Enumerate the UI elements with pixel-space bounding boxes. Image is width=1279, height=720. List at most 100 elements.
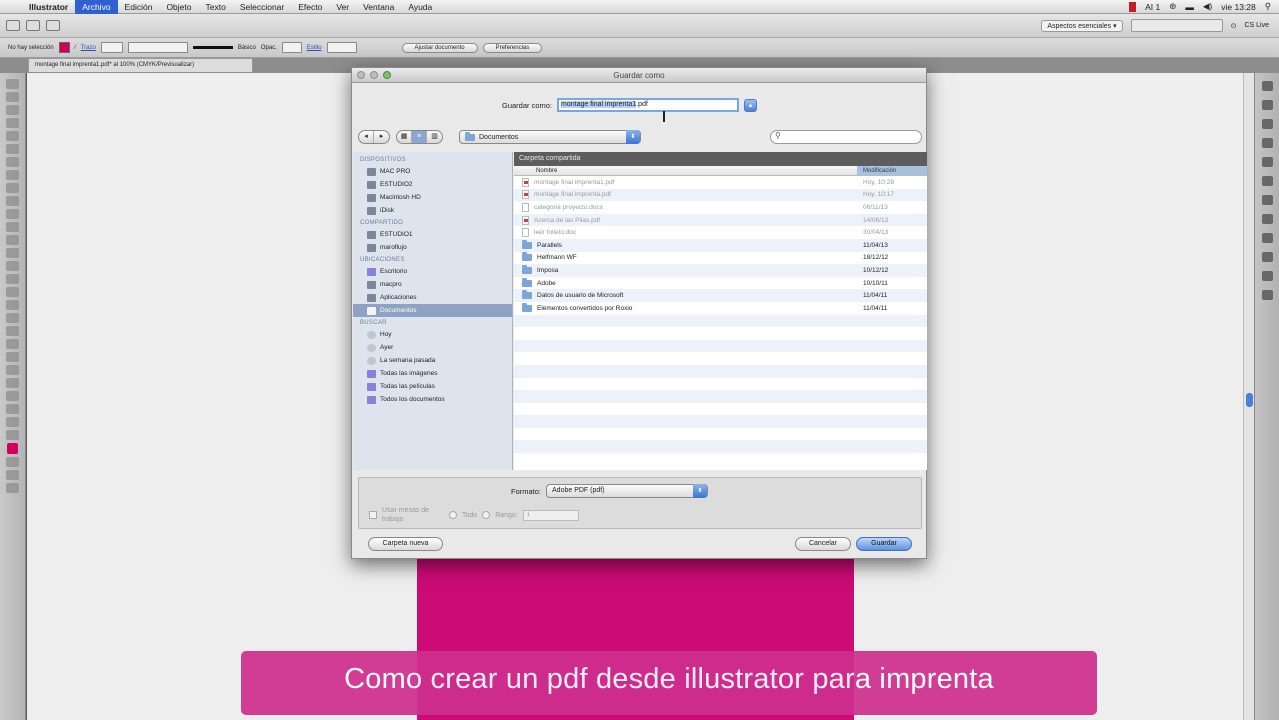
stroke-color-icon[interactable] (6, 457, 19, 467)
eyedropper-tool-icon[interactable] (6, 339, 19, 349)
pen-tool-icon[interactable] (6, 131, 19, 141)
fill-swatch[interactable] (58, 42, 70, 53)
folder-row[interactable]: Helfmann WF 18/12/12 (514, 252, 927, 265)
pencil-tool-icon[interactable] (6, 196, 19, 206)
file-list[interactable]: Carpeta compartida Nombre Modificación m… (514, 152, 927, 470)
file-row[interactable]: montage final imprenta.pdf Hoy, 10:17 (514, 188, 927, 202)
artboard-tool-icon[interactable] (6, 391, 19, 401)
free-transform-tool-icon[interactable] (6, 274, 19, 284)
sidebar-item-ayer[interactable]: Ayer (353, 341, 512, 354)
sidebar-item-estudio1[interactable]: ESTUDIO1 (353, 228, 512, 241)
brush-label[interactable]: Básico (238, 45, 256, 51)
layers-icon[interactable] (1261, 271, 1273, 281)
sidebar-item-documentos[interactable]: Documentos (353, 304, 512, 317)
folder-row[interactable]: Imposa 10/12/12 (514, 264, 927, 277)
folder-row[interactable]: Parallels 11/04/13 (514, 238, 927, 252)
sidebar-head-search[interactable]: BUSCAR (353, 317, 512, 328)
arrange-icon[interactable] (26, 20, 40, 31)
spotlight-icon[interactable]: ⚲ (1265, 1, 1271, 12)
menu-seleccionar[interactable]: Seleccionar (233, 0, 291, 14)
folder-row[interactable]: Adobe 10/10/11 (514, 277, 927, 290)
opacity-label[interactable]: Opac. (261, 45, 277, 51)
sidebar-item-imagenes[interactable]: Todas las imágenes (353, 367, 512, 380)
dialog-titlebar[interactable]: Guardar como (352, 68, 926, 83)
layout-icon[interactable] (46, 20, 60, 31)
sidebar-item-macintosh-hd[interactable]: Macintosh HD (353, 191, 512, 204)
range-input[interactable]: 1 (522, 509, 579, 521)
artboards-icon[interactable] (1261, 290, 1273, 300)
sidebar-item-escritorio[interactable]: Escritorio (353, 265, 512, 278)
menu-edicion[interactable]: Edición (118, 0, 160, 14)
symbols-icon[interactable] (1261, 157, 1273, 167)
blob-brush-tool-icon[interactable] (6, 209, 19, 219)
slice-tool-icon[interactable] (6, 404, 19, 414)
blend-tool-icon[interactable] (6, 352, 19, 362)
selection-tool-icon[interactable] (6, 79, 19, 89)
file-row[interactable]: Acerca de las Pilas.pdf 14/06/13 (514, 213, 927, 227)
menu-ayuda[interactable]: Ayuda (401, 0, 439, 14)
vertical-scrollbar[interactable] (1243, 73, 1254, 720)
save-button[interactable]: Guardar (856, 537, 912, 551)
menu-texto[interactable]: Texto (198, 0, 232, 14)
rectangle-tool-icon[interactable] (6, 170, 19, 180)
sidebar-item-hoy[interactable]: Hoy (353, 328, 512, 341)
file-row[interactable]: leer folleto.doc 30/04/13 (514, 226, 927, 239)
type-tool-icon[interactable] (6, 144, 19, 154)
scroll-thumb[interactable] (1246, 393, 1253, 407)
style-field[interactable] (326, 42, 357, 53)
use-artboards-checkbox[interactable] (369, 511, 377, 519)
menu-efecto[interactable]: Efecto (291, 0, 329, 14)
brushes-icon[interactable] (1261, 138, 1273, 148)
direct-selection-tool-icon[interactable] (6, 92, 19, 102)
menu-ventana[interactable]: Ventana (356, 0, 401, 14)
fill-color-icon[interactable] (7, 443, 18, 454)
drawing-mode-icon[interactable] (6, 470, 19, 480)
sidebar-item-mac-pro[interactable]: MAC PRO (353, 165, 512, 178)
stroke-panel-icon[interactable] (1261, 176, 1273, 186)
sidebar-item-maroflujo[interactable]: maroflujo (353, 241, 512, 254)
cs-live-icon[interactable]: ⊙ (1231, 22, 1237, 30)
display-icon[interactable]: ▬ (1185, 2, 1194, 12)
workspace-select[interactable]: Aspectos esenciales ▾ (1041, 19, 1123, 32)
range-radio[interactable] (482, 511, 491, 519)
column-view-icon[interactable]: ▥ (427, 131, 442, 143)
sidebar-head-places[interactable]: UBICACIONES (353, 254, 512, 265)
sidebar-item-peliculas[interactable]: Todas las películas (353, 380, 512, 393)
color-panel-icon[interactable] (1261, 81, 1273, 91)
menu-objeto[interactable]: Objeto (159, 0, 198, 14)
document-setup-button[interactable]: Ajustar documento (401, 42, 478, 53)
estilo-link[interactable]: Estilo (307, 45, 322, 51)
close-button[interactable] (357, 71, 365, 79)
variable-width-field[interactable] (127, 42, 188, 53)
sidebar-item-idisk[interactable]: iDisk (353, 204, 512, 217)
all-radio[interactable] (449, 511, 457, 519)
list-view-icon[interactable]: ≡ (412, 131, 427, 143)
folder-row[interactable]: Datos de usuario de Microsoft 11/04/11 (514, 289, 927, 302)
sidebar-item-aplicaciones[interactable]: Aplicaciones (353, 291, 512, 304)
zoom-button[interactable] (383, 71, 391, 79)
volume-icon[interactable]: ◀) (1203, 1, 1212, 12)
hand-tool-icon[interactable] (6, 417, 19, 427)
rotate-tool-icon[interactable] (6, 235, 19, 245)
swatches-icon[interactable] (1261, 119, 1273, 129)
eraser-tool-icon[interactable] (6, 222, 19, 232)
menu-archivo[interactable]: Archivo (75, 0, 118, 14)
scale-tool-icon[interactable] (6, 248, 19, 258)
mesh-tool-icon[interactable] (6, 313, 19, 323)
menu-ver[interactable]: Ver (329, 0, 356, 14)
forward-arrow-icon[interactable]: ▸ (374, 131, 389, 143)
cs-live-label[interactable]: CS Live (1244, 22, 1269, 29)
color-guide-icon[interactable] (1261, 100, 1273, 110)
perspective-tool-icon[interactable] (6, 300, 19, 310)
magic-wand-tool-icon[interactable] (6, 105, 19, 115)
status-ai-text[interactable]: AI 1 (1145, 2, 1160, 12)
back-arrow-icon[interactable]: ◂ (359, 131, 374, 143)
screen-mode-icon[interactable] (6, 483, 19, 493)
trazo-link[interactable]: Trazo (81, 45, 96, 51)
column-date-header[interactable]: Modificación (857, 166, 927, 175)
sidebar-head-shared[interactable]: COMPARTIDO (353, 217, 512, 228)
location-popup[interactable]: Documentos ⬍ (459, 130, 641, 144)
gradient-tool-icon[interactable] (6, 326, 19, 336)
sidebar-item-macpro[interactable]: macpro (353, 278, 512, 291)
zoom-tool-icon[interactable] (6, 430, 19, 440)
